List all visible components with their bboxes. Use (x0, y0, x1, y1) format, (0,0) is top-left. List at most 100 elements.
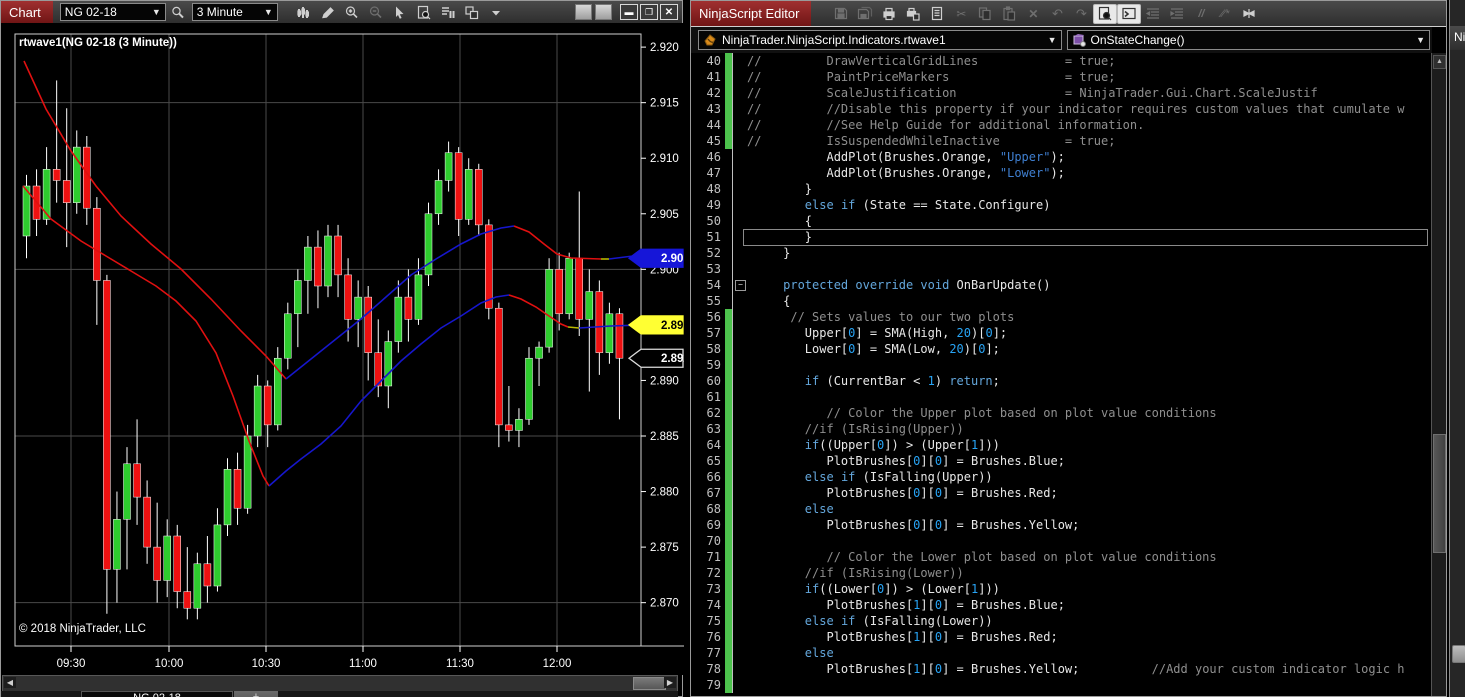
minimize-button[interactable]: ▬ (620, 4, 638, 20)
chart-style-icon[interactable] (292, 2, 316, 22)
code-line[interactable]: 63 //if (IsRising(Upper)) (691, 421, 1432, 437)
print-preview-icon[interactable] (901, 4, 925, 24)
find-icon[interactable] (1093, 3, 1118, 24)
output-window-icon[interactable] (1117, 3, 1142, 24)
code-token: ]) > (Lower[ (884, 582, 971, 596)
code-line[interactable]: 57 Upper[0] = SMA(High, 20)[0]; (691, 325, 1432, 341)
editor-titlebar[interactable]: NinjaScript Editor ✂ ✕ ↶ ↷ // ∕∕* (691, 1, 1446, 27)
code-line[interactable]: 47 AddPlot(Brushes.Orange, "Lower"); (691, 165, 1432, 181)
code-line[interactable]: 62 // Color the Upper plot based on plot… (691, 405, 1432, 421)
chart-h-scrollbar[interactable]: ◀ ▶ (2, 675, 678, 692)
price-chart[interactable]: 2.9202.9152.9102.9052.9002.8902.8852.880… (1, 23, 684, 675)
scroll-left-icon[interactable]: ◀ (4, 677, 16, 688)
code-line[interactable]: 56 // Sets values to our two plots (691, 309, 1432, 325)
code-editor[interactable]: 40 // DrawVerticalGridLines = true; 41 // P… (691, 53, 1432, 696)
code-line[interactable]: 76 PlotBrushes[1][0] = Brushes.Red; (691, 629, 1432, 645)
scrollbar-thumb[interactable] (1433, 434, 1446, 553)
code-line[interactable]: 40 // DrawVerticalGridLines = true; (691, 53, 1432, 69)
print-icon[interactable] (877, 4, 901, 24)
code-line[interactable]: 48 } (691, 181, 1432, 197)
code-line[interactable]: 61 (691, 389, 1432, 405)
code-line[interactable]: 58 Lower[0] = SMA(Low, 20)[0]; (691, 341, 1432, 357)
fold-margin (732, 533, 747, 549)
indicators-icon[interactable] (436, 2, 460, 22)
type-selector[interactable]: NinjaTrader.NinjaScript.Indicators.rtwav… (698, 30, 1062, 50)
instrument-link-button[interactable] (575, 4, 592, 20)
interval-selector[interactable]: 3 Minute ▼ (191, 3, 278, 21)
code-line[interactable]: 42 // ScaleJustification = NinjaTrader.Gu… (691, 85, 1432, 101)
tab-ng-02-18[interactable]: NG 02-18 (81, 691, 233, 697)
chart-titlebar[interactable]: Chart NG 02-18 ▼ 3 Minute ▼ ▬ ❐ ✕ (1, 1, 682, 24)
instrument-selector[interactable]: NG 02-18 ▼ (59, 3, 166, 21)
code-line[interactable]: 60 if (CurrentBar < 1) return; (691, 373, 1432, 389)
code-line[interactable]: 69 PlotBrushes[0][0] = Brushes.Yellow; (691, 517, 1432, 533)
line-number: 40 (706, 54, 721, 68)
code-line[interactable]: 71 // Color the Lower plot based on plot… (691, 549, 1432, 565)
chevron-down-icon: ▼ (151, 7, 161, 17)
code-line[interactable]: 52 } (691, 245, 1432, 261)
code-line[interactable]: 72 //if (IsRising(Lower)) (691, 565, 1432, 581)
strategies-icon[interactable] (460, 2, 484, 22)
fold-margin (732, 485, 747, 501)
scroll-up-icon[interactable]: ▲ (1433, 55, 1446, 69)
code-line[interactable]: 77 else (691, 645, 1432, 661)
code-line[interactable]: 50 { (691, 213, 1432, 229)
scroll-right-icon[interactable]: ▶ (664, 677, 676, 688)
code-line[interactable]: 53 (691, 261, 1432, 277)
method-selector[interactable]: OnStateChange() ▼ (1066, 30, 1430, 50)
code-line[interactable]: 66 else if (IsFalling(Upper)) (691, 469, 1432, 485)
change-bar (725, 69, 732, 85)
properties-icon[interactable] (925, 4, 949, 24)
line-number: 56 (706, 310, 721, 324)
code-line[interactable]: 43 // //Disable this property if your ind… (691, 101, 1432, 117)
change-bar (725, 85, 732, 101)
code-line[interactable]: 44 // //See Help Guide for additional inf… (691, 117, 1432, 133)
line-number: 53 (706, 262, 721, 276)
code-line[interactable]: 45 // IsSuspendedWhileInactive = true; (691, 133, 1432, 149)
code-line[interactable]: 79 (691, 677, 1432, 693)
code-line[interactable]: 59 (691, 357, 1432, 373)
cursor-icon[interactable] (388, 2, 412, 22)
scrollbar-thumb[interactable] (633, 677, 666, 690)
code-line[interactable]: 64 if((Upper[0]) > (Upper[1])) (691, 437, 1432, 453)
code-line[interactable]: 41 // PaintPriceMarkers = true; (691, 69, 1432, 85)
code-line[interactable]: 75 else if (IsFalling(Lower)) (691, 613, 1432, 629)
fold-margin (732, 645, 747, 661)
candle-body (414, 274, 423, 320)
code-token: ])) (978, 438, 1000, 452)
add-tab-button[interactable]: + (234, 691, 278, 697)
code-line[interactable]: 54 − protected override void OnBarUpdate(… (691, 277, 1432, 293)
code-line[interactable]: 68 else (691, 501, 1432, 517)
maximize-button[interactable]: ❐ (640, 4, 658, 20)
code-token: //Add your custom indicator logic h (1151, 662, 1405, 676)
chart-properties-icon[interactable] (412, 2, 436, 22)
zoom-in-icon[interactable] (340, 2, 364, 22)
code-line[interactable]: 78 PlotBrushes[1][0] = Brushes.Yellow; /… (691, 661, 1432, 677)
instrument-search-icon[interactable] (166, 2, 190, 22)
more-options-icon[interactable] (484, 2, 508, 22)
background-window-sliver[interactable]: Ni (1449, 0, 1465, 697)
line-number: 55 (706, 294, 721, 308)
interval-link-button[interactable] (595, 4, 612, 20)
code-line[interactable]: 46 AddPlot(Brushes.Orange, "Upper"); (691, 149, 1432, 165)
compile-icon[interactable] (1237, 4, 1261, 24)
code-line[interactable]: 51 } (691, 229, 1432, 246)
editor-v-scrollbar[interactable]: ▲ (1431, 53, 1446, 696)
candle-body (314, 246, 322, 287)
fold-collapse-icon[interactable]: − (735, 280, 746, 291)
code-line[interactable]: 55 { (691, 293, 1432, 309)
candle-body (595, 291, 604, 353)
close-button[interactable]: ✕ (660, 4, 678, 20)
drawing-tools-icon[interactable] (316, 2, 340, 22)
code-line[interactable]: 67 PlotBrushes[0][0] = Brushes.Red; (691, 485, 1432, 501)
line-number: 62 (706, 406, 721, 420)
code-line[interactable]: 70 (691, 533, 1432, 549)
code-line[interactable]: 65 PlotBrushes[0][0] = Brushes.Blue; (691, 453, 1432, 469)
time-tick-label: 10:30 (252, 658, 281, 670)
code-line[interactable]: 74 PlotBrushes[1][0] = Brushes.Blue; (691, 597, 1432, 613)
code-line[interactable]: 73 if((Lower[0]) > (Lower[1])) (691, 581, 1432, 597)
candle-body (434, 180, 443, 215)
code-line[interactable]: 49 else if (State == State.Configure) (691, 197, 1432, 213)
